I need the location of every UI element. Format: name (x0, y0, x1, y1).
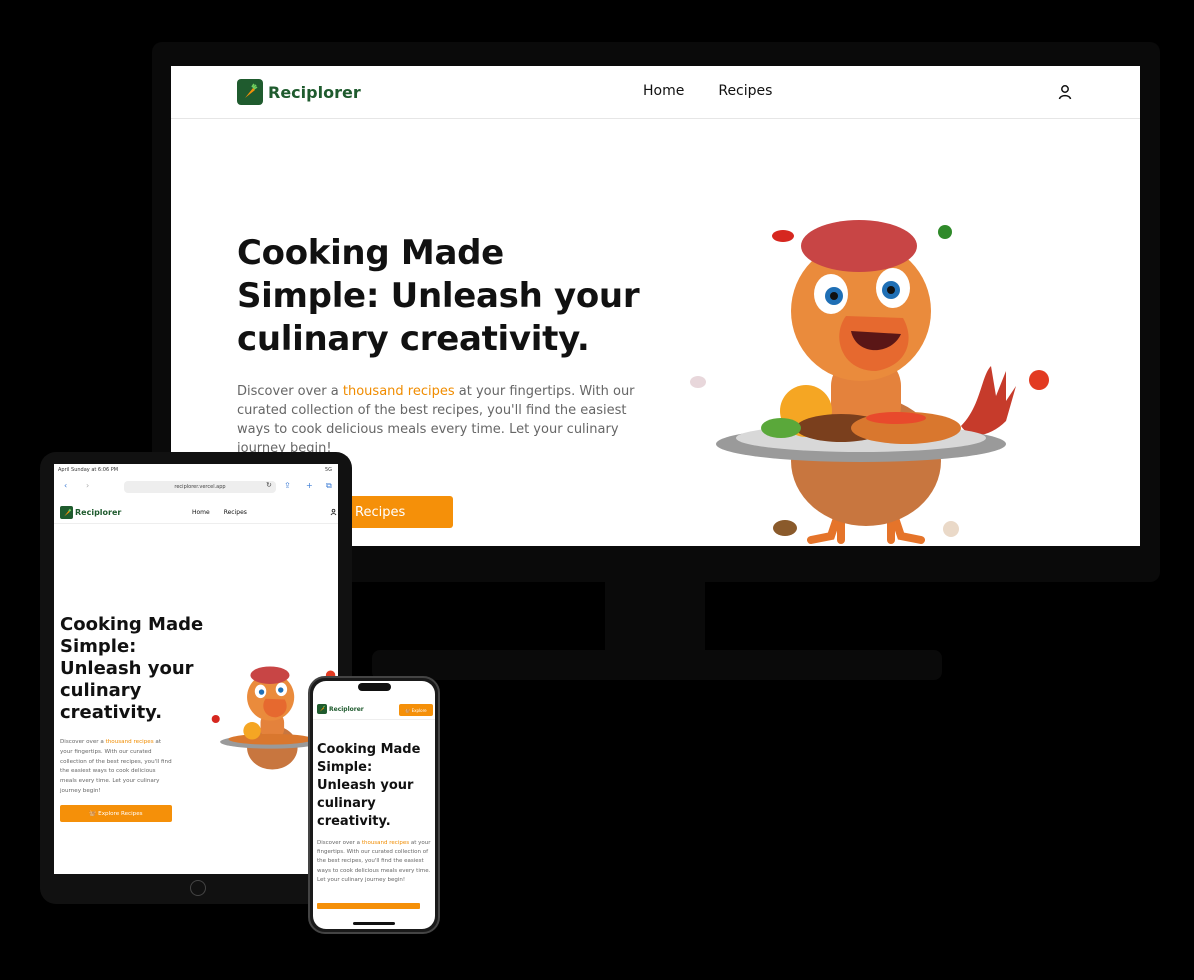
explore-recipes-button[interactable] (317, 903, 420, 909)
tablet-navbar: Reciplorer Home Recipes (54, 502, 338, 524)
user-icon[interactable] (330, 508, 337, 516)
carrot-icon (60, 506, 73, 519)
hero-text-start: Discover over a (317, 840, 362, 846)
hero-highlight: thousand recipes (361, 840, 410, 846)
tablet-home-button[interactable] (190, 880, 206, 896)
tablet-screen: April Sunday at 6:06 PM 5G ‹ › AA recipl… (54, 464, 338, 874)
phone-navbar: Reciplorer 🧺 Explore (313, 700, 435, 720)
basket-icon: 🧺 (89, 810, 99, 817)
nav-recipes-link[interactable]: Recipes (224, 509, 247, 516)
explore-recipes-button[interactable]: Recipes (341, 496, 453, 528)
hero-text-end: at your fingertips. With our curated col… (317, 840, 431, 883)
hero-text-end: at your fingertips. With our curated col… (60, 739, 172, 794)
reload-icon[interactable]: ↻ (266, 481, 272, 489)
broccoli-icon (938, 225, 952, 239)
share-icon[interactable]: ⇪ (284, 481, 291, 490)
nav-home-link[interactable]: Home (192, 509, 210, 516)
tablet-status-time: April Sunday at 6:06 PM (58, 467, 119, 473)
turkey-chef-mascot (690, 220, 1049, 544)
tomato-icon (1029, 370, 1049, 390)
explore-nav-button[interactable]: 🧺 Explore (399, 704, 433, 716)
logo-text: Reciplorer (268, 82, 361, 102)
hero-heading: Cooking Made Simple: Unleash your culina… (317, 742, 421, 829)
garlic-icon (943, 521, 959, 537)
explore-recipes-label: Explore Recipes (98, 810, 143, 817)
hero-text-start: Discover over a (237, 384, 343, 399)
tablet-nav-links: Home Recipes (192, 509, 247, 516)
onion-icon (690, 376, 706, 388)
explore-recipes-button[interactable]: 🧺 Explore Recipes (60, 805, 172, 822)
back-arrow-icon[interactable]: ‹ (64, 481, 67, 490)
nav-home-link[interactable]: Home (643, 83, 684, 99)
tablet-status-signal: 5G (324, 467, 332, 473)
desktop-navbar: Reciplorer Home Recipes (171, 66, 1140, 119)
hero-description: Discover over a thousand recipes at your… (317, 839, 431, 885)
user-icon[interactable] (1057, 84, 1073, 100)
tabs-icon[interactable]: ⧉ (326, 481, 332, 491)
meat-icon (773, 520, 797, 536)
new-tab-icon[interactable]: + (306, 481, 313, 490)
carrot-icon (317, 704, 327, 714)
desktop-logo[interactable]: Reciplorer (237, 79, 361, 105)
phone-home-indicator (353, 922, 395, 925)
hero-highlight: thousand recipes (105, 739, 154, 745)
nav-recipes-link[interactable]: Recipes (718, 83, 772, 99)
tablet-url-bar[interactable]: reciplorer.vercel.app (124, 481, 276, 493)
hero-text-start: Discover over a (60, 739, 106, 745)
hero-highlight: thousand recipes (342, 384, 455, 399)
monitor-stand-base (372, 650, 942, 680)
carrot-icon (237, 79, 263, 105)
explore-nav-label: Explore (411, 707, 427, 713)
hero-description: Discover over a thousand recipes at your… (237, 382, 643, 458)
hero-heading: Cooking Made Simple: Unleash your culina… (60, 614, 204, 723)
chili-icon (772, 230, 794, 242)
phone-notch (358, 683, 391, 691)
hero-description: Discover over a thousand recipes at your… (60, 738, 172, 797)
tablet-logo[interactable]: Reciplorer (60, 506, 121, 519)
desktop-nav-links: Home Recipes (643, 83, 772, 99)
logo-text: Reciplorer (75, 508, 122, 517)
logo-text: Reciplorer (329, 705, 364, 713)
monitor-stand-neck (605, 582, 705, 650)
phone-logo[interactable]: Reciplorer (317, 704, 364, 714)
phone-screen: Reciplorer 🧺 Explore Cooking Made Simple… (313, 681, 435, 929)
hero-heading: Cooking Made Simple: Unleash your culina… (237, 233, 640, 359)
forward-arrow-icon[interactable]: › (86, 481, 89, 490)
